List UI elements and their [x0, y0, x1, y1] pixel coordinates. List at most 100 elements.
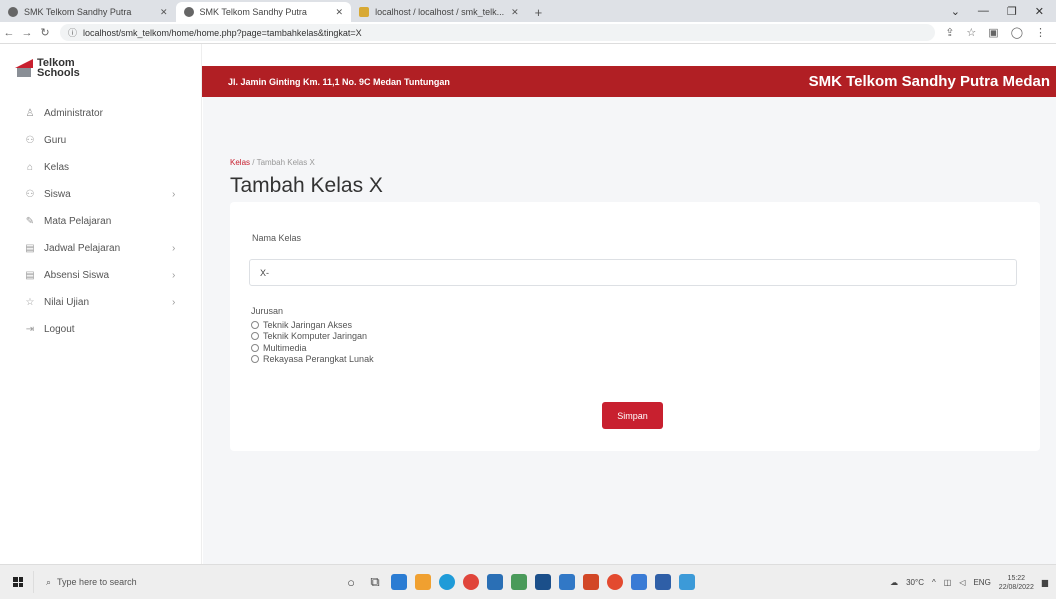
sidebar-item-jadwal-pelajaran[interactable]: ▤ Jadwal Pelajaran ›: [0, 235, 201, 262]
tab-search-icon[interactable]: ⌄: [951, 5, 960, 18]
chrome-icon[interactable]: [463, 574, 479, 590]
tab-title: SMK Telkom Sandhy Putra: [24, 7, 132, 17]
taskbar-search-box[interactable]: ⌕ Type here to search: [33, 571, 193, 593]
browser-tab[interactable]: SMK Telkom Sandhy Putra ✕: [0, 2, 176, 22]
taskbar-clock[interactable]: 15:22 22/08/2022: [999, 574, 1034, 592]
breadcrumb-current: Tambah Kelas X: [256, 158, 315, 167]
windows-start-icon[interactable]: [13, 577, 23, 587]
browser-tab-active[interactable]: SMK Telkom Sandhy Putra ✕: [175, 2, 352, 22]
site-favicon-icon: [8, 7, 18, 17]
forward-icon[interactable]: →: [18, 27, 36, 39]
sidebar-item-label: Siswa: [44, 189, 71, 200]
sidebar-item-siswa[interactable]: ⚇ Siswa ›: [0, 181, 201, 208]
office-icon[interactable]: [583, 574, 599, 590]
more-menu-icon[interactable]: ⋮: [1035, 26, 1046, 39]
jurusan-option-tja[interactable]: Teknik Jaringan Akses: [251, 319, 374, 331]
sidebar-item-mata-pelajaran[interactable]: ✎ Mata Pelajaran: [0, 208, 201, 235]
school-name: SMK Telkom Sandhy Putra Medan: [808, 73, 1050, 90]
form-card: Nama Kelas Jurusan Teknik Jaringan Akses…: [230, 202, 1040, 451]
tab-title: localhost / localhost / smk_telk...: [375, 7, 505, 17]
close-tab-icon[interactable]: ✕: [511, 7, 519, 18]
sidebar-item-nilai-ujian[interactable]: ☆ Nilai Ujian ›: [0, 289, 201, 316]
browser-tab-bar: SMK Telkom Sandhy Putra ✕ SMK Telkom San…: [0, 0, 1056, 22]
store-icon[interactable]: [487, 574, 503, 590]
weather-icon[interactable]: ☁: [890, 578, 898, 587]
close-tab-icon[interactable]: ✕: [336, 7, 344, 18]
back-icon[interactable]: ←: [0, 27, 18, 39]
profile-icon[interactable]: ◯: [1011, 26, 1023, 39]
sidebar-item-guru[interactable]: ⚇ Guru: [0, 127, 201, 154]
sidebar-panel-icon[interactable]: ▣: [988, 26, 998, 39]
address-bar-icons: ⇪ ☆ ▣ ◯ ⋮: [945, 26, 1056, 39]
radio-button[interactable]: [251, 343, 259, 352]
edge-icon[interactable]: [439, 574, 455, 590]
network-icon[interactable]: ◫: [944, 578, 952, 587]
app-icon[interactable]: [391, 574, 407, 590]
photos-icon[interactable]: [631, 574, 647, 590]
vscode-icon[interactable]: [559, 574, 575, 590]
top-header: Jl. Jamin Ginting Km. 11,1 No. 9C Medan …: [202, 66, 1056, 97]
reload-icon[interactable]: ↻: [36, 26, 54, 39]
sidebar: Telkom Schools ♙ Administrator ⚇ Guru ⌂ …: [0, 44, 202, 564]
sidebar-item-administrator[interactable]: ♙ Administrator: [0, 100, 201, 127]
temperature[interactable]: 30°C: [906, 578, 924, 587]
jurusan-radio-group: Teknik Jaringan Akses Teknik Komputer Ja…: [251, 319, 374, 365]
nama-kelas-label: Nama Kelas: [252, 233, 302, 243]
sidebar-item-label: Guru: [44, 135, 67, 146]
url-field[interactable]: ⓘ localhost/smk_telkom/home/home.php?pag…: [60, 24, 936, 41]
sidebar-item-label: Mata Pelajaran: [44, 216, 112, 227]
book-icon: ✎: [25, 216, 35, 227]
system-tray: ☁ 30°C ^ ◫ ◁ ENG 15:22 22/08/2022 ▆: [890, 565, 1048, 599]
logo-text-bottom: Schools: [37, 67, 80, 79]
radio-button[interactable]: [251, 320, 259, 329]
page-title: Tambah Kelas X: [230, 174, 383, 197]
maximize-icon[interactable]: ❐: [1007, 5, 1017, 18]
table-icon: ▤: [25, 243, 35, 254]
share-icon[interactable]: ⇪: [945, 26, 954, 39]
telkom-logo-icon: [15, 59, 33, 77]
telkom-schools-logo[interactable]: Telkom Schools: [0, 44, 201, 92]
calculator-icon[interactable]: [511, 574, 527, 590]
home-icon: ⌂: [26, 162, 34, 173]
jurusan-option-tkj[interactable]: Teknik Komputer Jaringan: [251, 331, 374, 343]
close-tab-icon[interactable]: ✕: [160, 7, 168, 18]
site-favicon-icon: [183, 7, 194, 17]
radio-button[interactable]: [251, 355, 259, 364]
sidebar-item-label: Administrator: [44, 108, 103, 119]
task-view-icon[interactable]: ⧉: [367, 574, 383, 590]
app-icon[interactable]: [655, 574, 671, 590]
main-content: Kelas / Tambah Kelas X Tambah Kelas X Na…: [203, 97, 1056, 564]
sidebar-item-absensi-siswa[interactable]: ▤ Absensi Siswa ›: [0, 262, 201, 289]
close-window-icon[interactable]: ✕: [1035, 5, 1044, 18]
sidebar-item-label: Nilai Ujian: [44, 297, 90, 308]
jurusan-option-mm[interactable]: Multimedia: [251, 342, 374, 354]
tray-chevron-up-icon[interactable]: ^: [932, 578, 936, 587]
cortana-icon[interactable]: ○: [343, 575, 359, 590]
folder-icon[interactable]: [679, 574, 695, 590]
site-info-icon[interactable]: ⓘ: [68, 26, 77, 39]
volume-icon[interactable]: ◁: [959, 578, 965, 587]
language[interactable]: ENG: [973, 578, 990, 587]
xampp-icon[interactable]: [415, 574, 431, 590]
notifications-icon[interactable]: ▆: [1042, 578, 1048, 587]
breadcrumb-kelas-link[interactable]: Kelas: [230, 158, 250, 167]
breadcrumb: Kelas / Tambah Kelas X: [230, 158, 315, 167]
clock-date: 22/08/2022: [998, 583, 1034, 591]
radio-label: Rekayasa Perangkat Lunak: [263, 354, 374, 365]
nama-kelas-input[interactable]: [249, 259, 1017, 286]
sidebar-item-label: Kelas: [44, 162, 70, 173]
jurusan-option-rpl[interactable]: Rekayasa Perangkat Lunak: [251, 354, 374, 366]
browser-tab[interactable]: localhost / localhost / smk_telk... ✕: [351, 2, 527, 22]
minimize-icon[interactable]: —: [978, 5, 989, 17]
chevron-right-icon: ›: [172, 189, 176, 200]
firefox-icon[interactable]: [607, 574, 623, 590]
word-icon[interactable]: [535, 574, 551, 590]
simpan-button[interactable]: Simpan: [602, 402, 663, 429]
radio-button[interactable]: [251, 332, 259, 341]
sidebar-item-kelas[interactable]: ⌂ Kelas: [0, 154, 201, 181]
sidebar-item-logout[interactable]: ⇥ Logout: [0, 316, 201, 343]
users-icon: ⚇: [25, 135, 35, 146]
new-tab-icon[interactable]: +: [527, 2, 551, 22]
bookmark-star-icon[interactable]: ☆: [966, 26, 976, 39]
sidebar-item-label: Absensi Siswa: [44, 270, 110, 281]
